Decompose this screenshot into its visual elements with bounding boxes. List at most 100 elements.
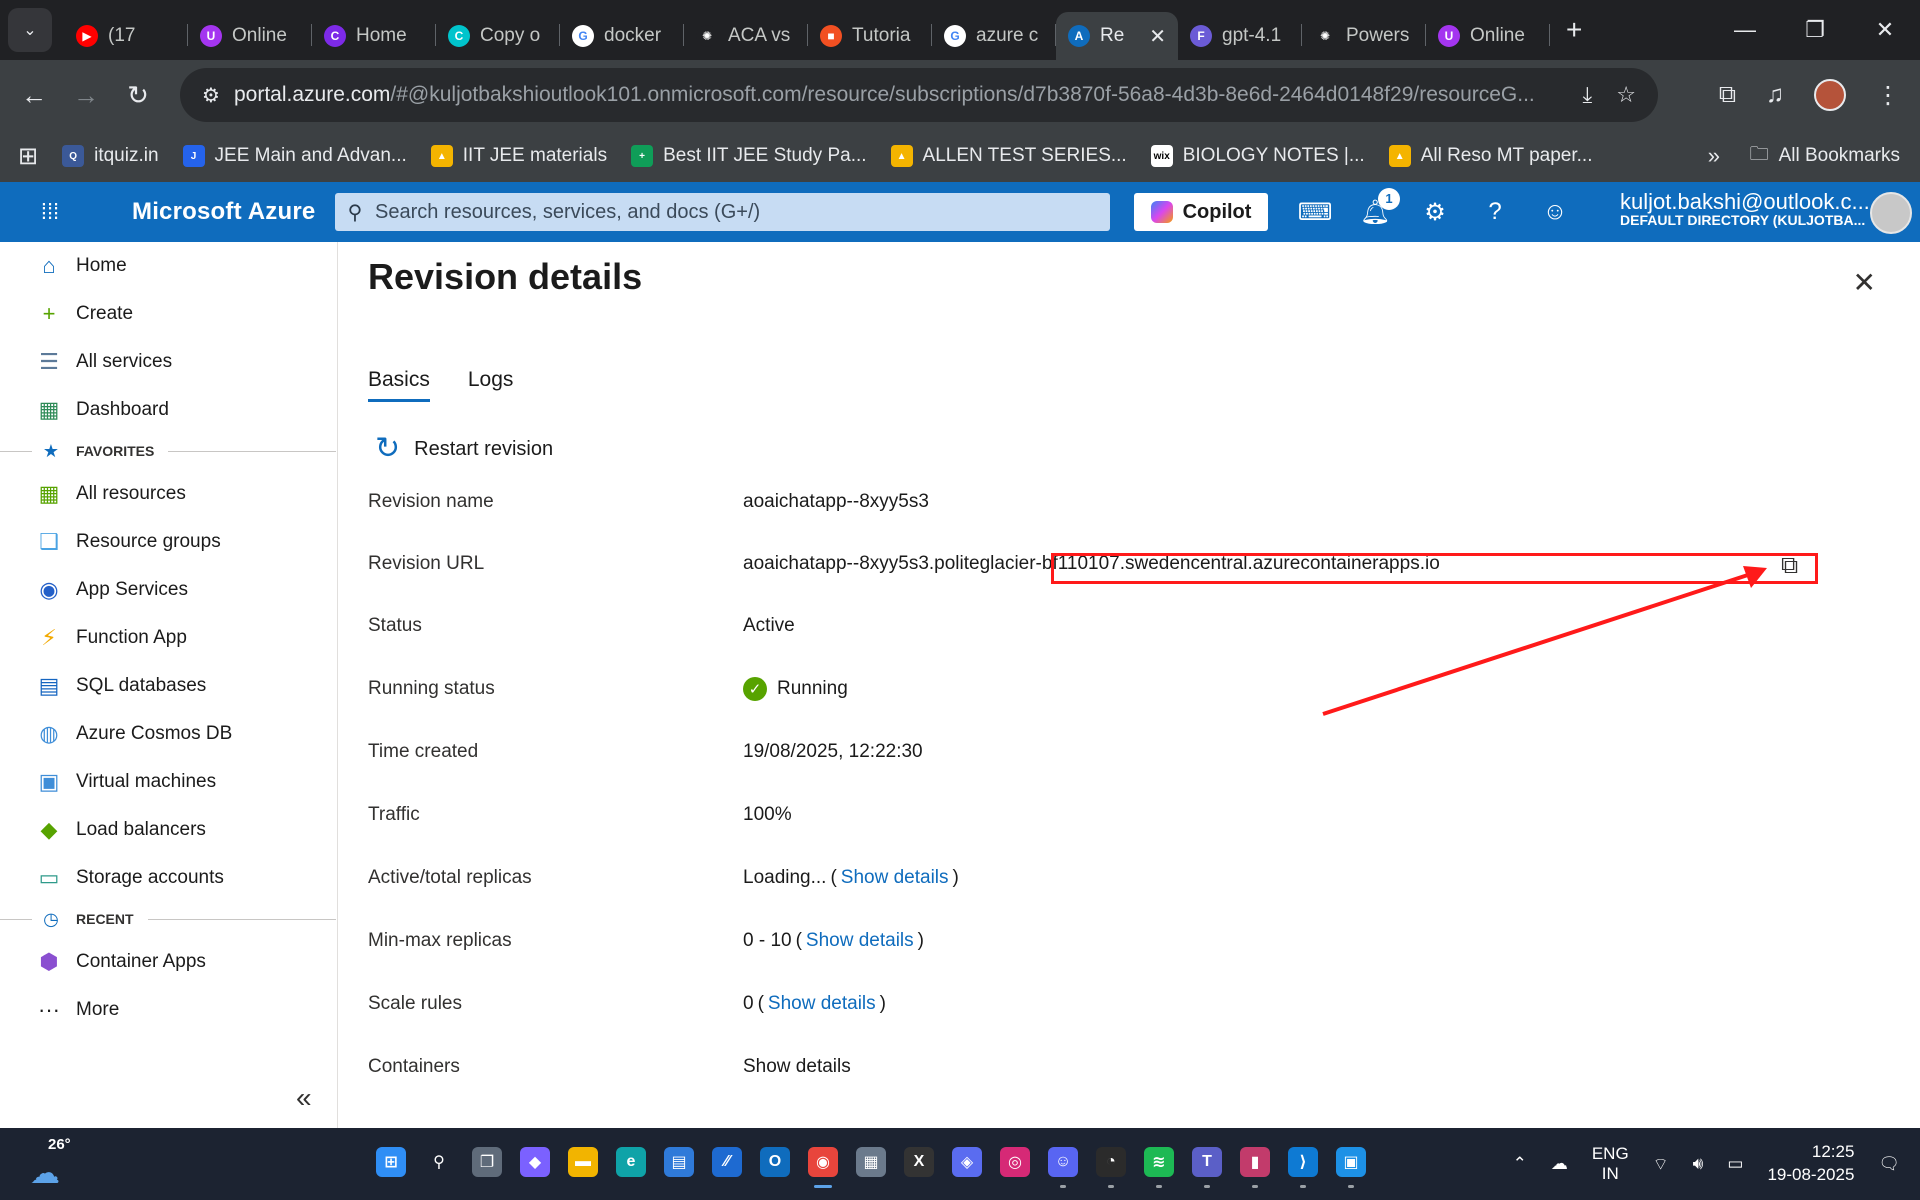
sidebar-item-all-services[interactable]: ☰ All services [0,342,336,382]
bookmark-item[interactable]: ▲ ALLEN TEST SERIES... [890,145,1127,167]
browser-tab[interactable]: ✺ ACA vs [684,12,808,60]
taskbar-app[interactable]: ◈ [950,1136,984,1188]
sidebar-item-dashboard[interactable]: ▦ Dashboard [0,390,336,430]
bookmark-item[interactable]: wix BIOLOGY NOTES |... [1150,145,1365,167]
containers-show-details-link[interactable]: Show details [743,1056,851,1078]
forward-button[interactable]: → [60,69,112,121]
sidebar-item-virtual-machines[interactable]: ▣ Virtual machines [0,762,336,802]
sidebar-item-home[interactable]: ⌂ Home [0,246,336,286]
browser-tab[interactable]: Gazure c [932,12,1056,60]
taskbar-app[interactable]: T [1190,1136,1224,1188]
tab-basics[interactable]: Basics [368,368,430,402]
bookmark-item[interactable]: J JEE Main and Advan... [182,145,407,167]
azure-brand[interactable]: Microsoft Azure [132,198,315,226]
help-icon[interactable]: ? [1480,198,1510,226]
all-bookmarks-button[interactable]: 🗀 All Bookmarks [1750,140,1900,172]
kebab-menu-icon[interactable]: ⋮ [1876,81,1900,110]
browser-tab[interactable]: ▶ (17 [64,12,188,60]
weather-widget[interactable]: 26° ☁ [28,1136,78,1192]
apps-grid-icon[interactable]: ⊞ [18,142,38,171]
taskbar-app[interactable]: ◔ [1094,1136,1128,1188]
taskbar-app[interactable]: ❐ [470,1136,504,1188]
onedrive-cloud-icon[interactable]: ☁ [1551,1154,1568,1174]
sidebar-item-more[interactable]: ··· More [0,990,336,1030]
taskbar-app[interactable]: ◉ [806,1136,840,1188]
profile-avatar[interactable] [1814,79,1846,111]
taskbar-app[interactable]: ◎ [998,1136,1032,1188]
language-indicator[interactable]: ENG IN [1592,1144,1629,1183]
global-search-input[interactable]: ⚲ Search resources, services, and docs (… [335,193,1110,231]
minimize-button[interactable]: — [1710,0,1780,60]
bookmark-item[interactable]: + Best IIT JEE Study Pa... [631,145,867,167]
replicas-show-details-link[interactable]: Show details [841,867,949,889]
sidebar-item-storage-accounts[interactable]: ▭ Storage accounts [0,858,336,898]
notifications-bell-icon[interactable]: 🔔︎ 1 [1360,187,1400,227]
site-info-icon[interactable]: ⚙ [188,83,234,108]
close-window-button[interactable]: ✕ [1850,0,1920,60]
browser-tab[interactable]: U Online [188,12,312,60]
back-button[interactable]: ← [8,69,60,121]
copilot-button[interactable]: Copilot [1134,193,1268,231]
restore-button[interactable]: ❐ [1780,0,1850,60]
tab-search-button[interactable]: ⌄ [8,8,52,52]
settings-gear-icon[interactable]: ⚙ [1420,198,1450,227]
chevron-up-icon[interactable]: ⌃ [1513,1154,1527,1174]
sidebar-item-resource-groups[interactable]: ❑ Resource groups [0,522,336,562]
browser-tab[interactable]: A Re ✕ [1056,12,1178,60]
more-bookmarks-icon[interactable]: » [1708,143,1720,169]
restart-revision-button[interactable]: ↻ Restart revision [375,434,553,464]
browser-tab[interactable]: U Online [1426,12,1550,60]
new-tab-button[interactable]: + [1566,14,1582,46]
taskbar-app[interactable]: ▤ [662,1136,696,1188]
feedback-icon[interactable]: ☺ [1540,198,1570,226]
browser-tab[interactable]: ✺ Powers [1302,12,1426,60]
wifi-icon[interactable]: ⌔ [1653,1154,1669,1175]
collapse-sidebar-icon[interactable]: « [296,1082,312,1114]
scale-rules-show-details-link[interactable]: Show details [768,993,876,1015]
taskbar-app[interactable]: ▬ [566,1136,600,1188]
browser-tab[interactable]: C Home [312,12,436,60]
media-controls-icon[interactable]: ♫ [1766,81,1784,109]
copy-to-clipboard-icon[interactable]: ⧉ [1781,552,1798,580]
taskbar-app[interactable]: ⟩ [1286,1136,1320,1188]
taskbar-app[interactable]: ⚲ [422,1136,456,1188]
taskbar-app[interactable]: X [902,1136,936,1188]
taskbar-app[interactable]: ▦ [854,1136,888,1188]
bookmark-item[interactable]: Qitquiz.in [62,145,159,167]
taskbar-app[interactable]: ▣ [1334,1136,1368,1188]
account-menu[interactable]: kuljot.bakshi@outlook.c... DEFAULT DIREC… [1620,190,1870,228]
min-max-show-details-link[interactable]: Show details [806,930,914,952]
sidebar-item-function-app[interactable]: ⚡ Function App [0,618,336,658]
taskbar-app[interactable]: ⊞ [374,1136,408,1188]
browser-tab[interactable]: C Copy o [436,12,560,60]
portal-menu-icon[interactable]: ⁞⁞⁞ [0,199,100,225]
sidebar-item-load-balancers[interactable]: ◆ Load balancers [0,810,336,850]
taskbar-app[interactable]: ⁄⁄ [710,1136,744,1188]
battery-icon[interactable]: ▭ [1727,1154,1743,1174]
tab-logs[interactable]: Logs [468,368,514,402]
bookmark-item[interactable]: ▲ IIT JEE materials [430,145,607,167]
user-avatar[interactable] [1870,192,1912,234]
reload-button[interactable]: ↻ [112,69,164,121]
close-tab-icon[interactable]: ✕ [1149,24,1166,49]
browser-tab[interactable]: Fgpt-4.1 [1178,12,1302,60]
clock[interactable]: 12:25 19-08-2025 [1767,1141,1854,1187]
notification-center-icon[interactable]: 🗨 [1878,1154,1900,1174]
address-bar[interactable]: ⚙ portal.azure.com/#@kuljotbakshioutlook… [180,68,1658,122]
taskbar-app[interactable]: e [614,1136,648,1188]
taskbar-app[interactable]: O [758,1136,792,1188]
browser-tab[interactable]: Gdocker [560,12,684,60]
bookmark-star-icon[interactable]: ☆ [1616,82,1636,108]
sidebar-item-sql-databases[interactable]: ▤ SQL databases [0,666,336,706]
taskbar-app[interactable]: ≋ [1142,1136,1176,1188]
volume-icon[interactable]: 🔊︎ [1693,1154,1704,1174]
sidebar-item-container-apps[interactable]: ⬢ Container Apps [0,942,336,982]
sidebar-item-create[interactable]: + Create [0,294,336,334]
sidebar-item-all-resources[interactable]: ▦ All resources [0,474,336,514]
taskbar-app[interactable]: ☺ [1046,1136,1080,1188]
extensions-icon[interactable]: ⧉ [1719,81,1736,109]
sidebar-item-azure-cosmos-db[interactable]: ◍ Azure Cosmos DB [0,714,336,754]
browser-tab[interactable]: ■ Tutoria [808,12,932,60]
cloud-shell-icon[interactable]: ⌨ [1298,198,1333,227]
taskbar-app[interactable]: ▮ [1238,1136,1272,1188]
